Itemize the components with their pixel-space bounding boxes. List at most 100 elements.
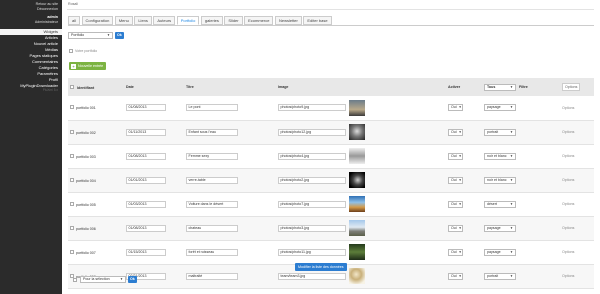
tab-newsletter[interactable]: Newsletter	[274, 16, 302, 25]
date-input[interactable]: 01/08/2013	[126, 152, 166, 160]
save-list-button[interactable]: Modifier la liste des données	[295, 263, 347, 271]
active-select[interactable]: Oui ▼	[448, 224, 463, 232]
row-id: portfolio 004	[76, 178, 96, 183]
active-select[interactable]: Oui ▼	[448, 272, 463, 280]
options-link[interactable]: Options	[562, 106, 574, 110]
tab-authors[interactable]: Auteurs	[153, 16, 176, 25]
image-path-input[interactable]: photos/photo12.jpg	[278, 128, 346, 136]
title-input[interactable]: verre-table	[186, 176, 238, 184]
tab-menu[interactable]: Menu	[114, 16, 133, 25]
tab-ecommerce[interactable]: Ecommerce	[244, 16, 274, 25]
section-ok-button[interactable]: Ok	[115, 32, 124, 39]
image-path-input[interactable]: photos/photo2.jpg	[278, 176, 346, 184]
bulk-action-select[interactable]: Pour la sélection ▼	[80, 276, 126, 283]
chevron-down-icon: ▼	[510, 177, 513, 182]
row-checkbox[interactable]	[70, 177, 74, 182]
bulk-ok-button[interactable]: Ok	[128, 276, 137, 283]
date-input[interactable]: 01/11/2013	[126, 128, 166, 136]
active-value: Oui	[451, 177, 457, 182]
chevron-down-icon: ▼	[510, 249, 513, 254]
filter-row-select[interactable]: paysage ▼	[484, 104, 516, 112]
select-all-checkbox[interactable]	[70, 84, 74, 89]
active-select[interactable]: Oui ▼	[448, 200, 463, 208]
tab-galleries[interactable]: galeries	[200, 16, 223, 25]
image-cell: photos/photo7.jpg	[276, 192, 446, 216]
image-path-input[interactable]: photos/photo3.jpg	[278, 224, 346, 232]
new-entry-button[interactable]: + Nouvelle entrée	[69, 62, 107, 70]
filter-select[interactable]: Tous ▼	[484, 83, 516, 91]
logout-link[interactable]: Déconnexion	[0, 7, 58, 12]
filter-row-select[interactable]: portrait ▼	[484, 272, 516, 280]
tab-edit-base[interactable]: Editer base	[303, 16, 332, 25]
image-path-input[interactable]: photos/photo7.jpg	[278, 200, 346, 208]
active-select[interactable]: Oui ▼	[448, 128, 463, 136]
tab-portfolio[interactable]: Portfolio	[176, 16, 200, 25]
options-link[interactable]: Options	[562, 130, 574, 134]
date-cell: 01/08/2013	[124, 144, 184, 168]
filter-value: noir et blanc	[487, 177, 507, 182]
title-input[interactable]: Voiture dans le désert	[186, 200, 238, 208]
filter-row-select[interactable]: noir et blanc ▼	[484, 176, 516, 184]
image-path-input[interactable]: team/team3.jpg	[278, 272, 346, 280]
image-path-input[interactable]: photos/photo11.jpg	[278, 248, 346, 256]
thumbnail-image	[349, 220, 365, 236]
options-cell: Options	[560, 216, 594, 240]
active-select[interactable]: Oui ▼	[448, 176, 463, 184]
filter-row-select[interactable]: paysage ▼	[484, 224, 516, 232]
tab-configuration[interactable]: Configuration	[81, 16, 114, 25]
options-link[interactable]: Options	[562, 178, 574, 182]
date-input[interactable]: 01/08/2013	[126, 104, 166, 112]
active-cell: Oui ▼	[446, 144, 482, 168]
filter-row-select[interactable]: noir et blanc ▼	[484, 152, 516, 160]
image-path-input[interactable]: photos/photo4.jpg	[278, 152, 346, 160]
options-link[interactable]: Options	[562, 250, 574, 254]
header-options-button[interactable]: Options	[562, 83, 581, 91]
active-cell: Oui ▼	[446, 168, 482, 192]
image-cell: photos/photo11.jpg	[276, 240, 446, 264]
active-select[interactable]: Oui ▼	[448, 104, 463, 112]
row-checkbox[interactable]	[70, 153, 74, 158]
section-select[interactable]: Portfolio ▼	[68, 32, 113, 39]
title-cell: Femme sexy	[184, 144, 276, 168]
row-checkbox[interactable]	[70, 225, 74, 230]
id-cell: portfolio 005	[68, 192, 124, 216]
tab-links[interactable]: Liens	[134, 16, 152, 25]
title-input[interactable]: Enfant sous l'eau	[186, 128, 238, 136]
options-link[interactable]: Options	[562, 274, 574, 278]
breadcrumb[interactable]: Rosali	[68, 2, 78, 6]
active-select[interactable]: Oui ▼	[448, 152, 463, 160]
thumbnail-image	[349, 148, 365, 164]
options-link[interactable]: Options	[562, 154, 574, 158]
title-input[interactable]: Le pont	[186, 104, 238, 112]
title-input[interactable]: Femme sexy	[186, 152, 238, 160]
filter-row-select[interactable]: désert ▼	[484, 200, 516, 208]
row-checkbox[interactable]	[70, 105, 74, 110]
row-checkbox[interactable]	[70, 201, 74, 206]
title-cell: Enfant sous l'eau	[184, 120, 276, 144]
date-cell: 01/01/2013	[124, 168, 184, 192]
tab-all[interactable]: all	[68, 16, 81, 25]
title-input[interactable]: maltraité	[186, 272, 238, 280]
image-cell: photos/photo3.jpg	[276, 216, 446, 240]
date-input[interactable]: 01/03/2013	[126, 200, 166, 208]
row-checkbox[interactable]	[70, 249, 74, 254]
date-input[interactable]: 01/08/2013	[126, 224, 166, 232]
active-value: Oui	[451, 129, 457, 134]
table-row: portfolio 004 01/01/2013 verre-table photos…	[68, 168, 594, 192]
tab-slider[interactable]: Slider	[224, 16, 243, 25]
options-link[interactable]: Options	[562, 226, 574, 230]
image-path-input[interactable]: photos/photo9.jpg	[278, 104, 346, 112]
active-select[interactable]: Oui ▼	[448, 248, 463, 256]
filter-row-select[interactable]: portrait ▼	[484, 128, 516, 136]
options-cell: Options	[560, 192, 594, 216]
portfolio-checkbox[interactable]	[69, 49, 73, 53]
filter-row-select[interactable]: paysage ▼	[484, 248, 516, 256]
title-input[interactable]: forêt et ruisseau	[186, 248, 238, 256]
title-input[interactable]: chateau	[186, 224, 238, 232]
date-input[interactable]: 01/15/2013	[126, 248, 166, 256]
options-link[interactable]: Options	[562, 202, 574, 206]
id-cell: portfolio 003	[68, 144, 124, 168]
row-checkbox[interactable]	[70, 129, 74, 134]
date-input[interactable]: 01/01/2013	[126, 176, 166, 184]
filter-value: paysage	[487, 225, 501, 230]
